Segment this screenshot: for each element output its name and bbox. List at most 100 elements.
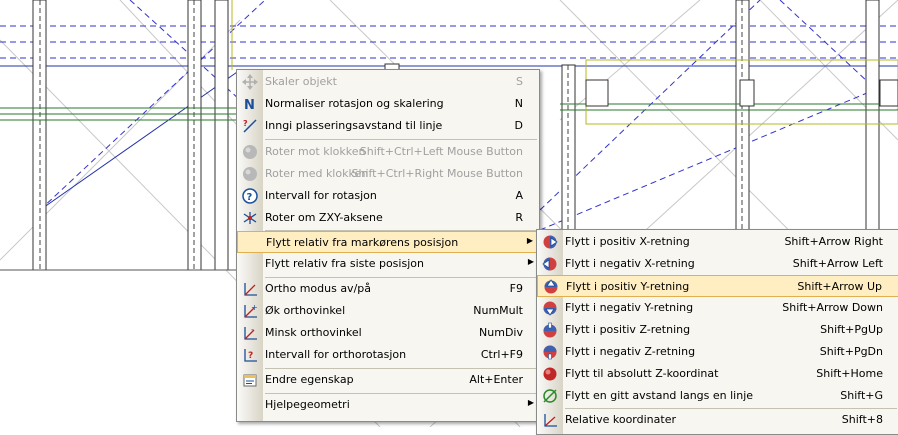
- rotate-zxy-icon: [243, 212, 257, 224]
- svg-text:?: ?: [243, 119, 248, 128]
- menu-item-shortcut: D: [514, 119, 523, 132]
- menu-item-shortcut: NumMult: [473, 304, 523, 317]
- menu-item-shortcut: F9: [509, 282, 523, 295]
- menu-item-shortcut: Shift+Ctrl+Right Mouse Button: [351, 167, 523, 180]
- menu-item-ok-orthovinkel[interactable]: + Øk orthovinkel NumMult: [237, 300, 539, 322]
- menu-item-shortcut: Shift+Arrow Down: [782, 301, 883, 314]
- menu-item-label: Flytt i positiv Z-retning: [565, 323, 691, 336]
- menu-item-roter-mot-klokken[interactable]: Roter mot klokken Shift+Ctrl+Left Mouse …: [237, 141, 539, 163]
- menu-item-shortcut: Shift+PgUp: [820, 323, 883, 336]
- move-x-negative-icon: [542, 257, 557, 271]
- submenu-item-absolutt-z[interactable]: Flytt til absolutt Z-koordinat Shift+Hom…: [537, 363, 898, 385]
- menu-item-label: Flytt i negativ Y-retning: [565, 301, 694, 314]
- menu-item-label: Relative koordinater: [565, 413, 676, 426]
- submenu-item-neg-y[interactable]: Flytt i negativ Y-retning Shift+Arrow Do…: [537, 297, 898, 319]
- menu-item-shortcut: Ctrl+F9: [480, 348, 523, 361]
- menu-item-minsk-orthovinkel[interactable]: - Minsk orthovinkel NumDiv: [237, 322, 539, 344]
- rotate-ccw-icon: [243, 145, 257, 159]
- menu-item-label: Flytt relativ fra siste posisjon: [265, 257, 424, 270]
- ortho-mode-icon: [244, 283, 257, 296]
- menu-item-shortcut: Shift+Arrow Right: [784, 235, 883, 248]
- submenu-arrow-icon: ▶: [526, 236, 533, 245]
- svg-text:?: ?: [248, 351, 253, 361]
- move-z-negative-icon: [543, 345, 557, 360]
- menu-item-hjelpegeometri[interactable]: Hjelpegeometri ▶: [237, 394, 539, 416]
- move-arrows-icon: [242, 74, 258, 90]
- distance-along-line-icon: [543, 389, 557, 403]
- menu-item-shortcut: Shift+G: [840, 389, 883, 402]
- menu-item-label: Roter mot klokken: [265, 145, 366, 158]
- menu-item-shortcut: Shift+Arrow Up: [797, 280, 882, 293]
- menu-item-shortcut: R: [515, 211, 523, 224]
- decrease-ortho-angle-icon: -: [244, 325, 257, 340]
- menu-item-shortcut: Shift+Ctrl+Left Mouse Button: [359, 145, 523, 158]
- menu-item-shortcut: Alt+Enter: [469, 373, 523, 386]
- context-menu: Skaler objekt S N Normaliser rotasjon og…: [236, 69, 540, 422]
- menu-item-endre-egenskap[interactable]: Endre egenskap Alt+Enter: [237, 369, 539, 391]
- menu-item-shortcut: Shift+PgDn: [819, 345, 883, 358]
- menu-item-roter-zxy[interactable]: Roter om ZXY-aksene R: [237, 207, 539, 229]
- menu-item-label: Flytt en gitt avstand langs en linje: [565, 389, 754, 402]
- menu-item-shortcut: NumDiv: [479, 326, 523, 339]
- move-z-positive-icon: [543, 322, 557, 338]
- menu-item-label: Flytt til absolutt Z-koordinat: [565, 367, 719, 380]
- submenu-item-neg-z[interactable]: Flytt i negativ Z-retning Shift+PgDn: [537, 341, 898, 363]
- rotation-interval-icon: ?: [242, 188, 258, 204]
- menu-item-label: Skaler objekt: [265, 75, 337, 88]
- menu-item-label: Hjelpegeometri: [265, 398, 350, 411]
- submenu-item-neg-x[interactable]: Flytt i negativ X-retning Shift+Arrow Le…: [537, 253, 898, 275]
- submenu-item-relative-koordinater[interactable]: Relative koordinater Shift+8: [537, 409, 898, 431]
- svg-text:?: ?: [247, 192, 253, 203]
- menu-item-label: Flytt relativ fra markørens posisjon: [266, 236, 459, 249]
- menu-item-shortcut: Shift+Arrow Left: [792, 257, 883, 270]
- submenu-flytt-relativ: Flytt i positiv X-retning Shift+Arrow Ri…: [536, 229, 898, 435]
- menu-item-shortcut: S: [516, 75, 523, 88]
- menu-item-label: Endre egenskap: [265, 373, 354, 386]
- menu-item-intervall-orthorotasjon[interactable]: ? Intervall for orthorotasjon Ctrl+F9: [237, 344, 539, 366]
- menu-item-shortcut: Shift+8: [841, 413, 883, 426]
- normalize-n-icon: N: [244, 98, 255, 112]
- move-y-positive-icon: [544, 279, 558, 294]
- menu-item-intervall-rotasjon[interactable]: ? Intervall for rotasjon A: [237, 185, 539, 207]
- rotate-cw-icon: [243, 167, 257, 181]
- menu-item-label: Minsk orthovinkel: [265, 326, 362, 339]
- increase-ortho-angle-icon: +: [244, 303, 258, 318]
- menu-item-label: Øk orthovinkel: [265, 304, 346, 317]
- menu-item-shortcut: A: [515, 189, 523, 202]
- relative-coordinates-icon: [544, 414, 557, 427]
- menu-item-flytt-relativ-siste[interactable]: Flytt relativ fra siste posisjon ▶: [237, 253, 539, 275]
- menu-item-label: Intervall for orthorotasjon: [265, 348, 407, 361]
- submenu-arrow-icon: ▶: [527, 398, 534, 407]
- menu-item-label: Flytt i negativ Z-retning: [565, 345, 696, 358]
- move-x-positive-icon: [543, 235, 558, 249]
- submenu-item-pos-y[interactable]: Flytt i positiv Y-retning Shift+Arrow Up: [537, 275, 898, 297]
- menu-item-ortho-modus[interactable]: Ortho modus av/på F9: [237, 278, 539, 300]
- menu-item-label: Ortho modus av/på: [265, 282, 371, 295]
- svg-text:N: N: [244, 98, 255, 112]
- menu-item-label: Roter om ZXY-aksene: [265, 211, 383, 224]
- blue-diagonal: [39, 69, 241, 211]
- menu-item-label: Flytt i positiv Y-retning: [566, 280, 690, 293]
- submenu-item-pos-x[interactable]: Flytt i positiv X-retning Shift+Arrow Ri…: [537, 231, 898, 253]
- svg-text:-: -: [251, 325, 254, 334]
- menu-item-shortcut: Shift+Home: [816, 367, 883, 380]
- menu-item-skaler-objekt[interactable]: Skaler objekt S: [237, 71, 539, 93]
- svg-text:+: +: [251, 303, 258, 312]
- submenu-item-avstand-linje[interactable]: Flytt en gitt avstand langs en linje Shi…: [537, 385, 898, 407]
- menu-item-label: Intervall for rotasjon: [265, 189, 377, 202]
- ortho-rotation-interval-icon: ?: [244, 349, 257, 362]
- menu-item-label: Flytt i negativ X-retning: [565, 257, 695, 270]
- menu-item-label: Flytt i positiv X-retning: [565, 235, 690, 248]
- submenu-arrow-icon: ▶: [527, 257, 534, 266]
- submenu-item-pos-z[interactable]: Flytt i positiv Z-retning Shift+PgUp: [537, 319, 898, 341]
- menu-separator: [265, 139, 537, 140]
- distance-line-icon: ?: [243, 119, 257, 133]
- menu-item-inngi-avstand[interactable]: ? Inngi plasseringsavstand til linje D: [237, 115, 539, 137]
- menu-item-roter-med-klokken[interactable]: Roter med klokken Shift+Ctrl+Right Mouse…: [237, 163, 539, 185]
- menu-item-label: Normaliser rotasjon og skalering: [265, 97, 444, 110]
- edit-properties-icon: [243, 374, 257, 387]
- menu-item-normaliser[interactable]: N Normaliser rotasjon og skalering N: [237, 93, 539, 115]
- absolute-z-icon: [543, 367, 557, 381]
- menu-item-shortcut: N: [514, 97, 523, 110]
- menu-item-flytt-relativ-markor[interactable]: Flytt relativ fra markørens posisjon ▶: [237, 231, 539, 253]
